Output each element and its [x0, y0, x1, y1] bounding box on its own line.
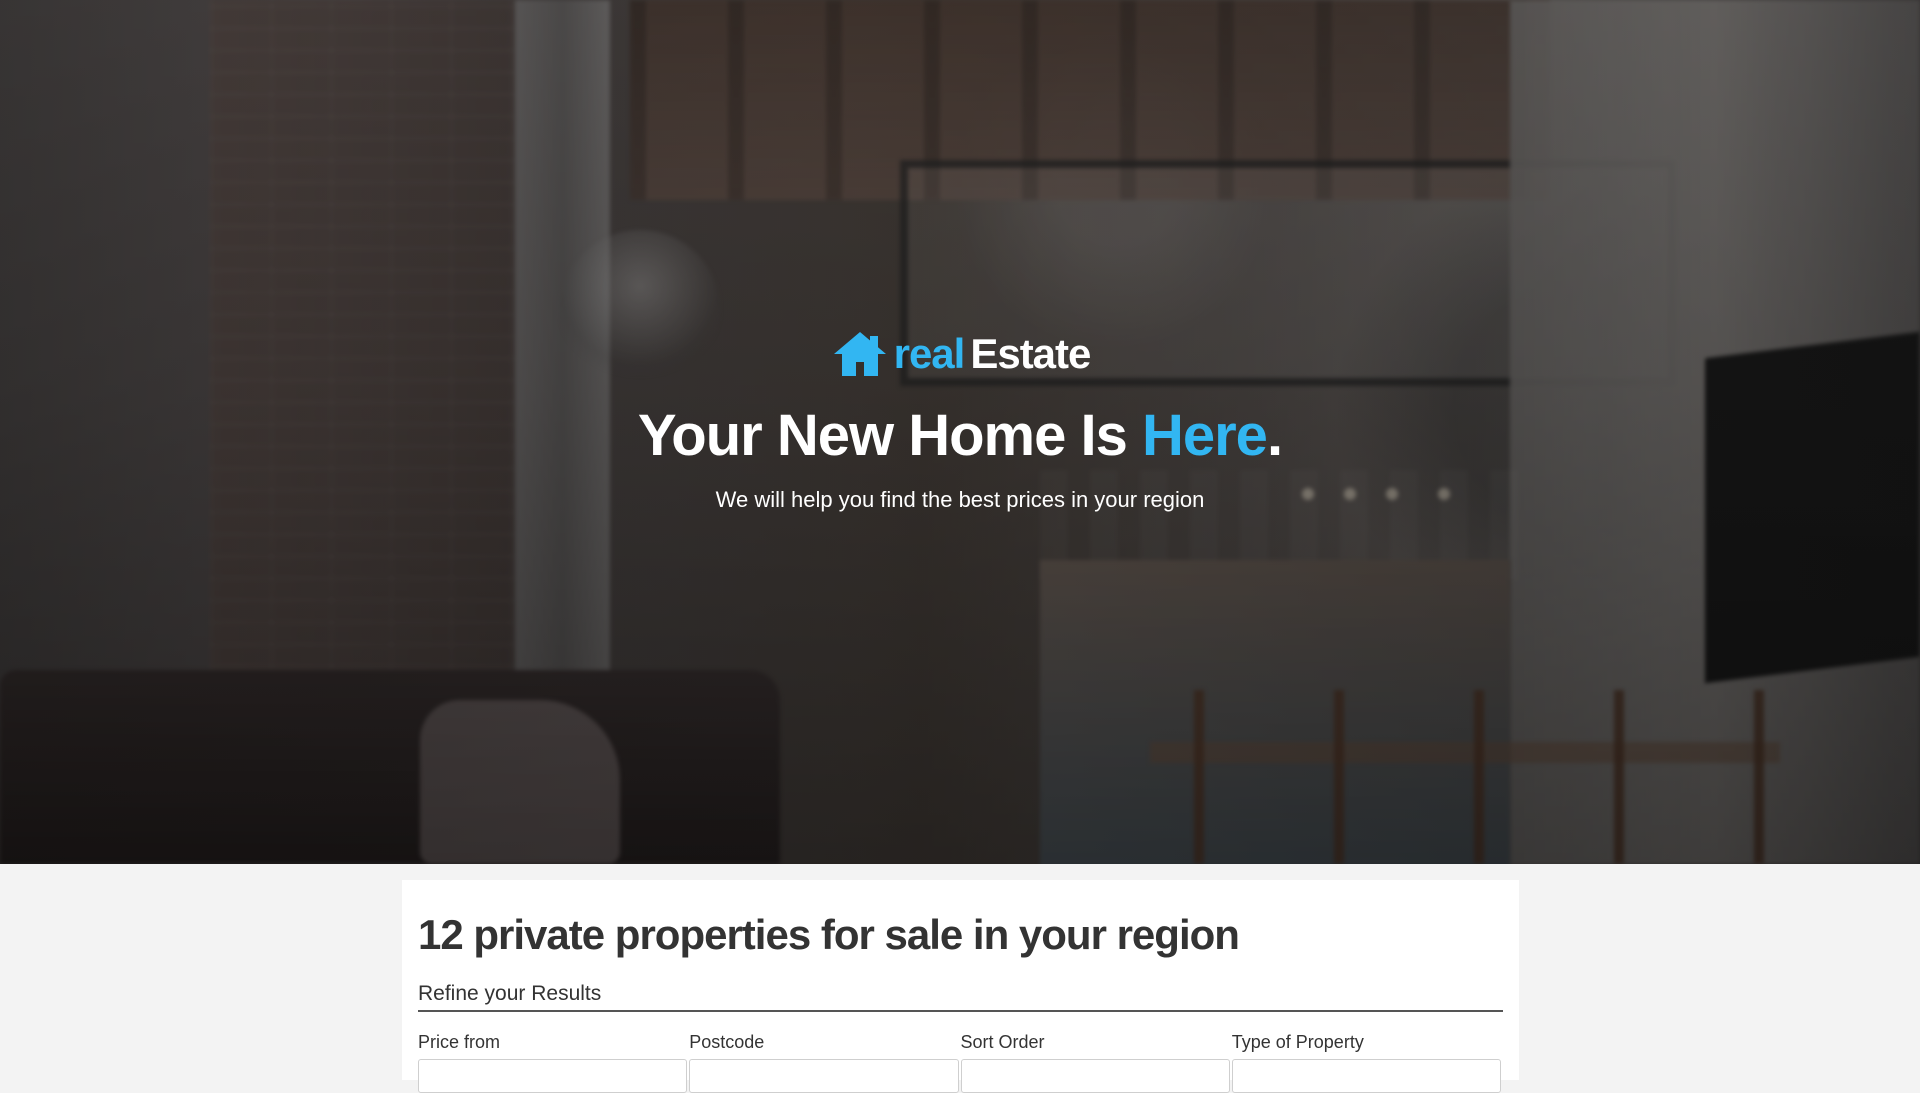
- hero-sofa: [0, 670, 780, 864]
- brand-logo[interactable]: real Estate: [832, 330, 1091, 378]
- hero-title-highlight: Here: [1141, 403, 1268, 468]
- filter-postcode-label: Postcode: [689, 1032, 765, 1052]
- filter-price-from-label: Price from: [418, 1032, 501, 1052]
- postcode-input[interactable]: [689, 1059, 959, 1093]
- filter-property-type: Type of Property: [1231, 1032, 1503, 1093]
- property-type-select[interactable]: [1231, 1059, 1501, 1093]
- hero-section: real Estate Your New Home Is Here. We wil…: [0, 0, 1920, 864]
- refine-results-title: Refine your Results: [418, 982, 1503, 1012]
- hero-kitchen: [1040, 560, 1510, 864]
- results-panel: 12 private properties for sale in your r…: [402, 880, 1519, 1093]
- price-from-select[interactable]: [418, 1059, 688, 1093]
- hero-subtitle: We will help you find the best prices in…: [715, 487, 1205, 512]
- results-heading: 12 private properties for sale in your r…: [418, 911, 1240, 958]
- brand-estate-text: Estate: [970, 330, 1091, 377]
- hero-ceiling: [630, 0, 1550, 200]
- home-icon: [833, 332, 886, 376]
- filter-postcode: Postcode: [689, 1032, 960, 1093]
- brand-real-text: real: [893, 330, 966, 377]
- filter-grid: Price from Postcode Sort Order Type of P…: [418, 1032, 1503, 1093]
- hero-title: Your New Home Is Here.: [0, 407, 1920, 465]
- hero-content: real Estate Your New Home Is Here. We wil…: [0, 330, 1920, 511]
- filter-sort-order: Sort Order: [960, 1032, 1232, 1093]
- hero-dining-chairs: [1150, 690, 1780, 864]
- filter-sort-order-label: Sort Order: [960, 1032, 1045, 1052]
- hero-pillow: [420, 700, 620, 864]
- hero-title-prefix: Your New Home Is: [637, 403, 1142, 468]
- sort-order-select[interactable]: [960, 1059, 1230, 1093]
- filter-price-from: Price from: [418, 1032, 689, 1093]
- hero-title-suffix: .: [1266, 403, 1283, 468]
- filter-property-type-label: Type of Property: [1231, 1032, 1364, 1052]
